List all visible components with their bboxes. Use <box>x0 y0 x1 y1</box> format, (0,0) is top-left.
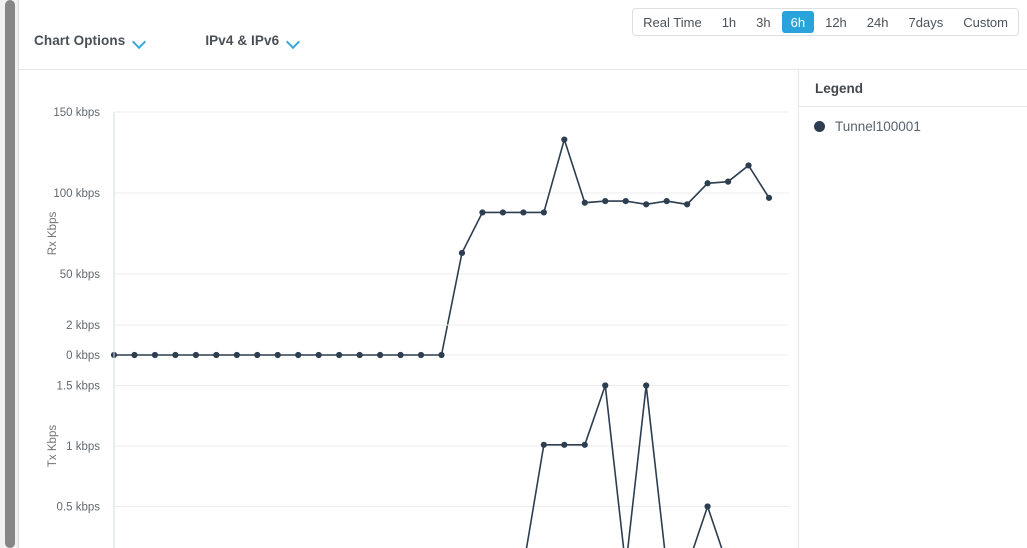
chevron-down-icon <box>288 37 299 44</box>
scrollbar-thumb[interactable] <box>5 0 15 548</box>
legend-list: Tunnel100001 <box>799 107 1027 134</box>
svg-text:150 kbps: 150 kbps <box>53 107 100 119</box>
legend-panel: Legend Tunnel100001 <box>798 70 1027 548</box>
time-range-24h[interactable]: 24h <box>858 11 898 33</box>
rx-chart[interactable]: 0 kbps 50 kbps 100 kbps 150 kbps Rx Kbps <box>47 107 789 362</box>
chart-options-dropdown[interactable]: Chart Options <box>34 33 145 48</box>
svg-text:50 kbps: 50 kbps <box>60 269 101 281</box>
svg-text:1.5 kbps: 1.5 kbps <box>57 381 101 393</box>
time-range-3h[interactable]: 3h <box>747 11 779 33</box>
toolbar: Chart Options IPv4 & IPv6 Real Time1h3h6… <box>19 0 1027 70</box>
legend-header: Legend <box>799 70 1027 107</box>
time-range-7days[interactable]: 7days <box>900 11 953 33</box>
svg-text:2 kbps: 2 kbps <box>66 320 100 332</box>
svg-text:Rx Kbps: Rx Kbps <box>47 212 59 256</box>
svg-text:0.5 kbps: 0.5 kbps <box>57 502 101 514</box>
chart-page: Chart Options IPv4 & IPv6 Real Time1h3h6… <box>0 0 1027 548</box>
time-range-1h[interactable]: 1h <box>713 11 745 33</box>
legend-item[interactable]: Tunnel100001 <box>799 107 1027 134</box>
chart-options-label: Chart Options <box>34 33 125 48</box>
legend-item-label: Tunnel100001 <box>835 119 921 134</box>
traffic-charts-svg: 0 kbps 50 kbps 100 kbps 150 kbps Rx Kbps 0 k… <box>19 70 798 548</box>
svg-text:1 kbps: 1 kbps <box>66 441 100 453</box>
time-range-custom[interactable]: Custom <box>954 11 1017 33</box>
svg-text:0 kbps: 0 kbps <box>66 350 100 362</box>
time-range-12h[interactable]: 12h <box>816 11 856 33</box>
svg-text:Tx Kbps: Tx Kbps <box>47 425 59 467</box>
protocol-dropdown[interactable]: IPv4 & IPv6 <box>205 33 299 48</box>
legend-color-dot <box>814 121 825 132</box>
toolbar-dropdowns: Chart Options IPv4 & IPv6 <box>34 33 359 48</box>
content-area: 0 kbps 50 kbps 100 kbps 150 kbps Rx Kbps 0 k… <box>19 70 1027 548</box>
protocol-label: IPv4 & IPv6 <box>205 33 279 48</box>
chevron-down-icon <box>134 37 145 44</box>
time-range-real-time[interactable]: Real Time <box>634 11 711 33</box>
time-range-6h[interactable]: 6h <box>782 11 814 33</box>
svg-text:100 kbps: 100 kbps <box>53 188 100 200</box>
window-scrollbar[interactable] <box>0 0 19 548</box>
legend-title: Legend <box>815 81 863 96</box>
charts-container: 0 kbps 50 kbps 100 kbps 150 kbps Rx Kbps 0 k… <box>19 70 798 548</box>
time-range-selector[interactable]: Real Time1h3h6h12h24h7daysCustom <box>632 8 1019 36</box>
